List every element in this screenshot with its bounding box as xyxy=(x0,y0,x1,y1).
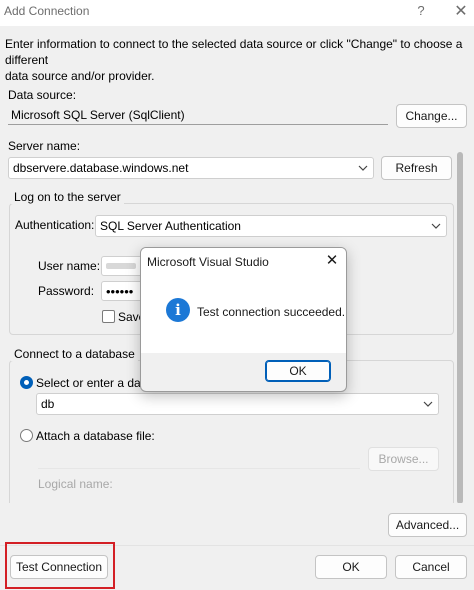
data-source-label: Data source: xyxy=(8,88,77,102)
info-icon-glyph: i xyxy=(175,301,181,319)
authentication-label: Authentication: xyxy=(15,218,95,232)
server-name-label: Server name: xyxy=(8,139,81,153)
ok-button[interactable]: OK xyxy=(315,555,387,579)
test-connection-highlight xyxy=(5,542,115,589)
server-name-value: dbservere.database.windows.net xyxy=(13,161,189,175)
username-redacted xyxy=(106,263,136,269)
chevron-down-icon[interactable] xyxy=(358,165,368,171)
window-title: Add Connection xyxy=(4,4,90,18)
dialog-close-button[interactable]: ✕ xyxy=(324,253,340,269)
scrollbar-thumb[interactable] xyxy=(457,152,463,504)
authentication-value: SQL Server Authentication xyxy=(100,219,241,233)
logon-group-label: Log on to the server xyxy=(11,190,124,204)
dialog-title: Microsoft Visual Studio xyxy=(147,255,269,269)
dialog-message: Test connection succeeded. xyxy=(197,305,346,319)
chevron-down-icon[interactable] xyxy=(423,401,433,407)
save-password-checkbox[interactable] xyxy=(102,310,115,323)
intro-text: Enter information to connect to the sele… xyxy=(5,36,469,84)
password-label: Password: xyxy=(38,284,95,298)
change-button[interactable]: Change... xyxy=(396,104,467,128)
help-button[interactable]: ? xyxy=(414,3,428,21)
database-group-label: Connect to a database xyxy=(11,347,138,361)
logical-name-label: Logical name: xyxy=(38,477,113,491)
title-bar: Add Connection ? ✕ xyxy=(0,0,474,26)
username-label: User name: xyxy=(38,259,101,273)
browse-button[interactable]: Browse... xyxy=(368,447,439,471)
advanced-button[interactable]: Advanced... xyxy=(388,513,467,537)
attach-database-label: Attach a database file: xyxy=(36,429,155,443)
dialog-ok-button[interactable]: OK xyxy=(265,360,331,382)
select-database-radio[interactable] xyxy=(20,376,33,389)
server-name-input[interactable]: dbservere.database.windows.net xyxy=(8,157,374,179)
intro-text-line-1: Enter information to connect to the sele… xyxy=(5,37,463,67)
info-icon: i xyxy=(166,298,190,322)
intro-text-line-2: data source and/or provider. xyxy=(5,69,155,83)
database-name-input[interactable]: db xyxy=(36,393,439,415)
attach-file-input[interactable] xyxy=(38,447,360,469)
close-button[interactable]: ✕ xyxy=(452,2,470,22)
chevron-down-icon[interactable] xyxy=(431,223,441,229)
attach-database-radio[interactable] xyxy=(20,429,33,442)
message-dialog: Microsoft Visual Studio ✕ i Test connect… xyxy=(140,247,347,392)
data-source-value: Microsoft SQL Server (SqlClient) xyxy=(11,107,185,122)
database-name-value: db xyxy=(41,397,55,411)
refresh-button[interactable]: Refresh xyxy=(381,156,452,180)
data-source-field: Microsoft SQL Server (SqlClient) xyxy=(8,105,388,125)
password-mask: •••••• xyxy=(106,283,134,299)
cancel-button[interactable]: Cancel xyxy=(395,555,467,579)
authentication-select[interactable]: SQL Server Authentication xyxy=(95,215,447,237)
